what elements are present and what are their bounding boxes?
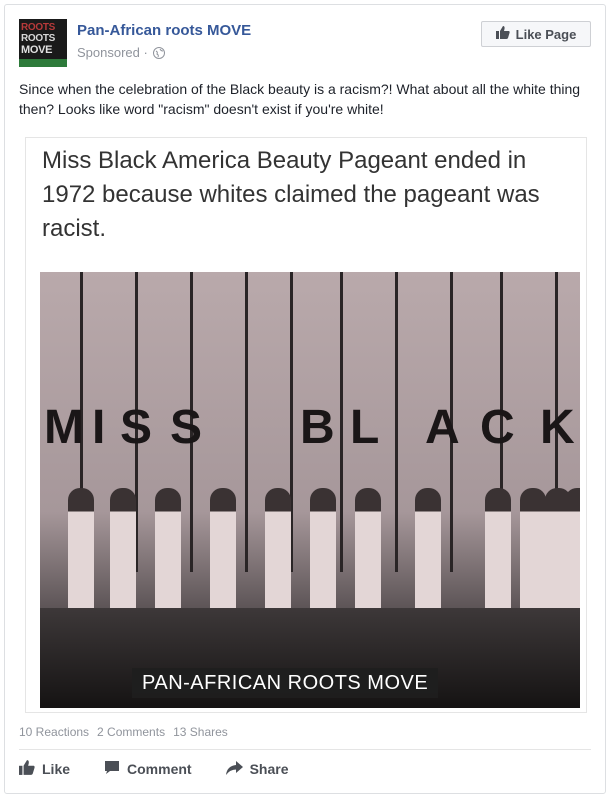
shares-count[interactable]: 13 Shares (173, 725, 228, 739)
engagement-stats: 10 Reactions 2 Comments 13 Shares (19, 725, 228, 739)
banner-letter: L (350, 401, 380, 454)
like-button[interactable]: Like (19, 760, 70, 778)
comment-label: Comment (127, 761, 192, 777)
contestant-figure (485, 488, 511, 618)
avatar-text-3: MOVE (21, 44, 53, 56)
action-bar: Like Comment Share (19, 760, 289, 778)
avatar-text-1: ROOTS (21, 22, 56, 33)
avatar-bar (19, 59, 67, 67)
thumbs-up-icon (495, 26, 510, 42)
globe-icon (152, 46, 165, 59)
comment-icon (104, 760, 120, 778)
avatar-text-2: ROOTS (21, 33, 56, 44)
contestant-figure (310, 488, 336, 618)
comments-count[interactable]: 2 Comments (97, 725, 165, 739)
watermark-label: PAN-AFRICAN ROOTS MOVE (132, 668, 439, 698)
image-caption: Miss Black America Beauty Pageant ended … (42, 147, 540, 242)
sponsored-label[interactable]: Sponsored · (77, 45, 148, 60)
comment-button[interactable]: Comment (104, 760, 192, 778)
banner-letter: A (425, 401, 460, 454)
post-card: ROOTS ROOTS MOVE Pan-African roots MOVE … (4, 4, 606, 794)
pageant-photo: MISSBLACK PAN-AFRICAN ROOTS MOVE (40, 272, 580, 708)
banner-letter: B (300, 401, 335, 454)
contestant-figure (110, 488, 136, 618)
contestant-figure (68, 488, 94, 618)
post-text: Since when the celebration of the Black … (19, 81, 581, 117)
banner-letter: I (92, 401, 106, 454)
reactions-count[interactable]: 10 Reactions (19, 725, 89, 739)
contestant-figure (520, 488, 546, 618)
banner-letter: S (170, 401, 203, 454)
contestant-figure (265, 488, 291, 618)
post-meta: Sponsored · (77, 45, 165, 60)
post-image[interactable]: Miss Black America Beauty Pageant ended … (25, 137, 587, 713)
share-button[interactable]: Share (225, 760, 289, 778)
contestant-figure (210, 488, 236, 618)
banner-letter: C (480, 401, 515, 454)
banner-letter: M (44, 401, 84, 454)
post-header: ROOTS ROOTS MOVE Pan-African roots MOVE … (19, 19, 591, 71)
page-name-link[interactable]: Pan-African roots MOVE (77, 22, 251, 39)
contestant-figure (565, 488, 580, 618)
like-page-label: Like Page (515, 26, 577, 42)
share-icon (225, 760, 243, 778)
divider (19, 749, 591, 750)
banner-letter: S (120, 401, 153, 454)
thumbs-up-icon (19, 760, 35, 778)
banner-stripe (340, 272, 343, 572)
share-label: Share (249, 761, 289, 777)
like-page-button[interactable]: Like Page (481, 21, 591, 47)
banner-stripe (395, 272, 398, 572)
banner-letter: K (540, 401, 575, 454)
contestant-figure (415, 488, 441, 618)
like-label: Like (42, 761, 71, 777)
page-avatar[interactable]: ROOTS ROOTS MOVE (19, 19, 67, 67)
banner-stripe (245, 272, 248, 572)
contestant-figure (355, 488, 381, 618)
contestant-figure (155, 488, 181, 618)
